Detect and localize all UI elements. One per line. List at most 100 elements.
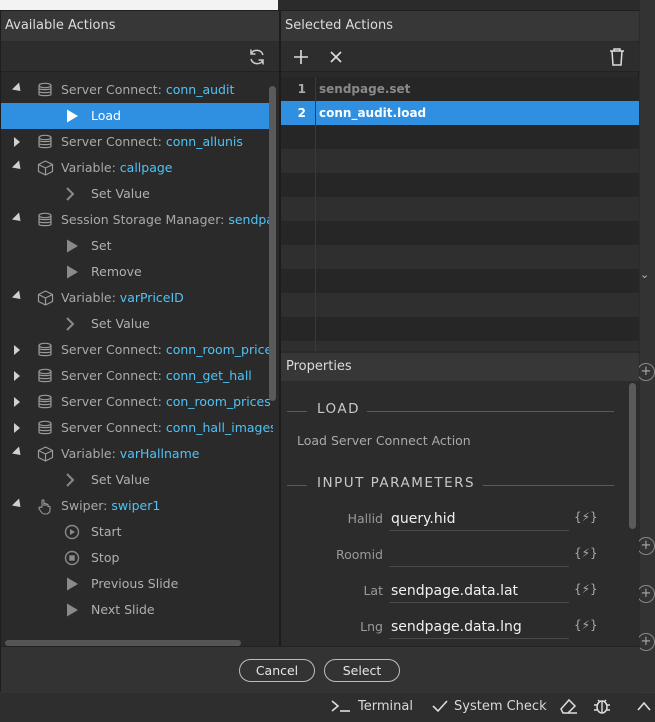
selected-actions-header: Selected Actions [281,11,639,41]
parameter-label: Hallid [347,511,383,526]
component-id: conn_room_price_by [165,342,273,357]
terminal-button[interactable]: Terminal [330,696,413,716]
tree-component-item[interactable]: Server Connect: conn_audit [1,77,269,103]
play-circle-icon [64,524,82,540]
component-type: Variable: [61,446,120,461]
caret-collapsed-icon[interactable] [14,345,20,355]
tree-component-item[interactable]: Variable: callpage [1,155,269,181]
tree-action-item[interactable]: Stop [1,545,269,571]
debug-button[interactable] [592,696,618,716]
tree-action-item[interactable]: Set [1,233,269,259]
empty-row [281,293,639,317]
select-button[interactable]: Select [324,659,400,682]
dialog-footer: Cancel Select [1,646,640,693]
add-icon[interactable] [291,47,311,67]
tree-component-item[interactable]: Server Connect: conn_allunis [1,129,269,155]
tree-action-label: Set Value [91,186,150,201]
component-id: con_room_prices [165,394,271,409]
refresh-icon[interactable] [247,47,267,67]
cancel-button[interactable]: Cancel [239,659,315,682]
dynamic-data-picker-icon[interactable]: {⚡} [574,546,598,560]
play-icon [64,264,82,280]
tree-action-label: Start [91,524,122,539]
add-circle-icon[interactable]: + [637,585,655,603]
component-type: Server Connect: [61,394,166,409]
cube-icon [37,446,55,462]
properties-panel: LOAD Load Server Connect Action INPUT PA… [281,381,639,646]
tree-component-item[interactable]: Server Connect: con_room_prices [1,389,271,415]
system-check-button[interactable]: System Check [432,696,547,716]
database-icon [37,368,55,384]
tree-component-label: Server Connect: conn_room_price_by [61,337,273,363]
caret-expanded-icon[interactable] [11,446,25,459]
parameter-input[interactable]: query.hid [389,507,569,531]
empty-row [281,317,639,341]
selected-action-row[interactable]: 2 conn_audit.load [281,101,639,125]
chevron-right-icon [64,186,82,202]
component-type: Server Connect: [61,420,166,435]
caret-collapsed-icon[interactable] [14,371,20,381]
tree-action-item[interactable]: Load [1,103,269,129]
play-icon [64,576,82,592]
tree-action-item[interactable]: Remove [1,259,269,285]
tree-component-item[interactable]: Server Connect: conn_hall_images [1,415,273,441]
input-parameters-heading: INPUT PARAMETERS [287,475,614,495]
dynamic-data-picker-icon[interactable]: {⚡} [574,510,598,524]
tree-component-item[interactable]: Server Connect: conn_get_hall [1,363,269,389]
tree-component-item[interactable]: Variable: varHallname [1,441,269,467]
cube-icon [37,290,55,306]
caret-expanded-icon[interactable] [11,290,25,303]
component-id: conn_allunis [165,134,243,149]
tree-action-item[interactable]: Start [1,519,269,545]
tree-action-item[interactable]: Set Value [1,467,269,493]
tree-component-item[interactable]: Server Connect: conn_room_price_by [1,337,273,363]
parameter-row: Lat sendpage.data.lat {⚡} [281,577,611,605]
line-number: 2 [297,106,306,120]
parameter-input[interactable]: sendpage.data.lat [389,579,569,603]
caret-expanded-icon[interactable] [11,498,25,511]
dynamic-data-picker-icon[interactable]: {⚡} [574,582,598,596]
tree-component-item[interactable]: Swiper: swiper1 [1,493,269,519]
caret-expanded-icon[interactable] [11,82,25,95]
stop-circle-icon [64,550,82,566]
caret-expanded-icon[interactable] [11,212,25,225]
parameter-input[interactable] [389,543,569,567]
trash-icon[interactable] [607,47,627,67]
tree-scrollbar[interactable] [269,86,276,401]
parameter-row: Roomid {⚡} [281,541,611,569]
eraser-button[interactable] [558,696,584,716]
properties-scrollbar[interactable] [629,383,636,529]
component-id: callpage [119,160,173,175]
parameter-label: Roomid [335,547,383,562]
chevron-down-icon[interactable]: ⌄ [640,268,655,288]
tree-component-item[interactable]: Variable: varPriceID [1,285,269,311]
tree-component-label: Server Connect: conn_hall_images [61,415,273,441]
add-circle-icon[interactable]: + [637,537,655,555]
available-actions-toolbar [1,42,279,72]
parameter-input[interactable]: sendpage.data.lng [389,615,569,639]
tree-action-label: Remove [91,264,142,279]
caret-collapsed-icon[interactable] [14,137,20,147]
add-circle-icon[interactable]: + [637,363,655,381]
selected-actions-list: 1 sendpage.set 2 conn_audit.load [281,77,639,351]
selected-action-row[interactable]: 1 sendpage.set [281,77,639,101]
eraser-icon [560,698,577,714]
status-bar [0,692,655,722]
database-icon [37,82,55,98]
tree-component-label: Server Connect: con_room_prices [61,389,271,415]
component-type: Variable: [61,290,120,305]
caret-collapsed-icon[interactable] [14,423,20,433]
tree-action-label: Load [91,108,121,123]
close-icon[interactable] [326,47,346,67]
caret-collapsed-icon[interactable] [14,397,20,407]
tree-component-label: Variable: callpage [61,155,173,181]
caret-expanded-icon[interactable] [11,160,25,173]
chevron-up-icon[interactable] [636,696,655,716]
tree-component-item[interactable]: Session Storage Manager: sendpage [1,207,273,233]
tree-action-item[interactable]: Next Slide [1,597,269,623]
tree-action-item[interactable]: Set Value [1,311,269,337]
dynamic-data-picker-icon[interactable]: {⚡} [574,618,598,632]
line-number-gutter [315,77,316,351]
tree-action-item[interactable]: Previous Slide [1,571,269,597]
tree-action-item[interactable]: Set Value [1,181,269,207]
